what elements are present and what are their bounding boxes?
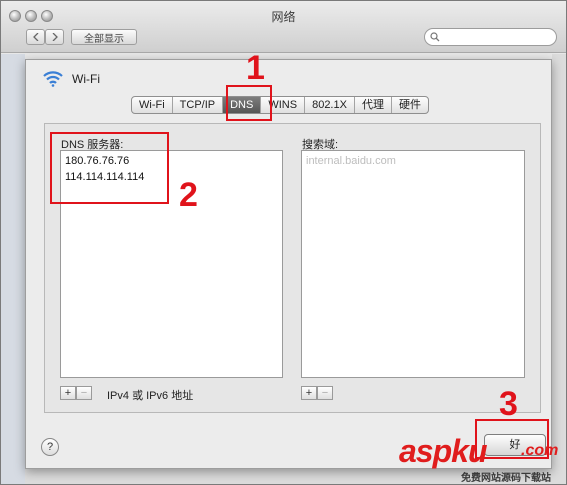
search-field[interactable] bbox=[424, 28, 557, 46]
advanced-settings-sheet: Wi-Fi Wi-Fi TCP/IP DNS WINS 802.1X 代理 硬件… bbox=[25, 59, 552, 469]
address-hint: IPv4 或 IPv6 地址 bbox=[107, 390, 194, 402]
tab-tcpip[interactable]: TCP/IP bbox=[173, 97, 224, 113]
watermark-suffix: .com bbox=[521, 442, 559, 459]
window-title: 网络 bbox=[271, 10, 296, 24]
interface-name: Wi-Fi bbox=[72, 71, 100, 86]
show-all-button[interactable]: 全部显示 bbox=[71, 29, 137, 45]
search-input[interactable] bbox=[443, 30, 551, 44]
background-service-list bbox=[1, 54, 25, 484]
search-domains-list[interactable]: internal.baidu.com bbox=[301, 150, 525, 378]
tab-proxy[interactable]: 代理 bbox=[355, 97, 392, 113]
dns-servers-edit-buttons: + − bbox=[60, 386, 92, 400]
help-button[interactable]: ? bbox=[41, 438, 59, 456]
interface-header: Wi-Fi bbox=[42, 70, 100, 87]
settings-tab-bar: Wi-Fi TCP/IP DNS WINS 802.1X 代理 硬件 bbox=[131, 96, 429, 114]
search-icon bbox=[430, 32, 440, 42]
forward-button[interactable] bbox=[45, 29, 64, 45]
annotation-step-2: 2 bbox=[179, 176, 198, 214]
tab-8021x[interactable]: 802.1X bbox=[305, 97, 355, 113]
watermark-brand: aspku bbox=[399, 433, 487, 469]
annotation-step-3: 3 bbox=[499, 385, 518, 423]
add-search-domain-button[interactable]: + bbox=[301, 386, 317, 400]
chevron-left-icon bbox=[32, 33, 38, 41]
tab-wifi[interactable]: Wi-Fi bbox=[132, 97, 173, 113]
annotation-box-dns-tab bbox=[226, 85, 272, 121]
wifi-icon bbox=[43, 71, 63, 87]
annotation-box-dns-servers bbox=[50, 132, 169, 204]
remove-search-domain-button[interactable]: − bbox=[317, 386, 333, 400]
annotation-step-1: 1 bbox=[246, 49, 265, 87]
list-item[interactable]: internal.baidu.com bbox=[302, 153, 524, 169]
add-dns-server-button[interactable]: + bbox=[60, 386, 76, 400]
back-button[interactable] bbox=[26, 29, 45, 45]
search-domains-edit-buttons: + − bbox=[301, 386, 333, 400]
chevron-right-icon bbox=[52, 33, 58, 41]
remove-dns-server-button[interactable]: − bbox=[76, 386, 92, 400]
tab-hardware[interactable]: 硬件 bbox=[392, 97, 428, 113]
background-pane-edge bbox=[552, 54, 566, 484]
network-preferences-window: 网络 全部显示 Wi-Fi Wi-Fi TCP/IP DNS WINS 802.… bbox=[0, 0, 567, 485]
site-watermark: aspku .com 免费网站源码下载站 bbox=[399, 433, 566, 484]
titlebar: 网络 全部显示 bbox=[1, 1, 566, 53]
watermark-tagline: 免费网站源码下载站 bbox=[461, 473, 551, 484]
